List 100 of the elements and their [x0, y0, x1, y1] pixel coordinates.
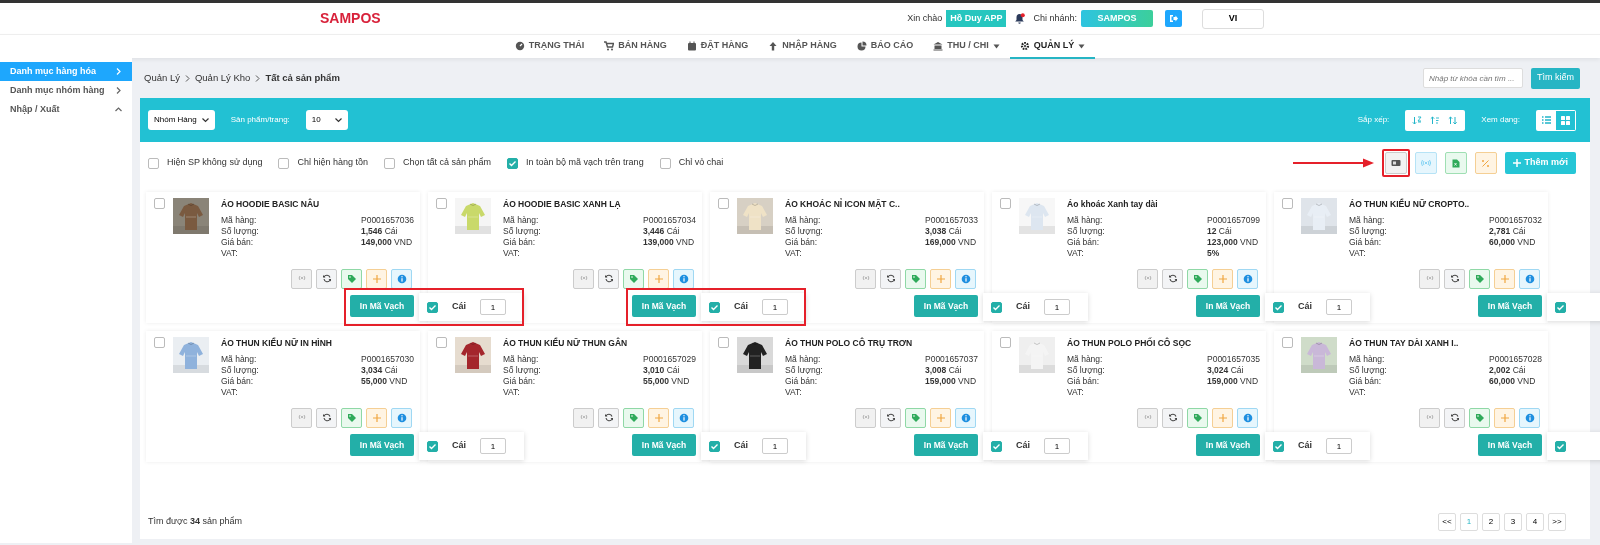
info-button[interactable]	[1237, 268, 1258, 289]
checkbox[interactable]	[148, 157, 159, 169]
info-button[interactable]	[391, 407, 412, 428]
info-button[interactable]	[955, 407, 976, 428]
print-checkbox[interactable]	[1273, 301, 1284, 313]
page-button[interactable]: <<	[1438, 513, 1456, 531]
tag-button[interactable]	[1187, 268, 1208, 289]
quantity-field[interactable]: 1	[1044, 438, 1070, 454]
plus-icon	[653, 412, 664, 423]
quantity-field[interactable]: 1	[480, 438, 506, 454]
group-select[interactable]: Nhóm Hàng	[148, 110, 215, 130]
nav-tab[interactable]: BÁN HÀNG	[594, 35, 677, 59]
page-button[interactable]: 4	[1526, 513, 1544, 531]
info-button[interactable]	[673, 268, 694, 289]
percent-button[interactable]	[1474, 152, 1497, 174]
rfid-button[interactable]	[1414, 152, 1437, 174]
product-name: ÁO THUN POLO PHỐI CÔ SỌC	[1067, 337, 1193, 350]
refresh-button[interactable]	[316, 268, 337, 289]
info-button[interactable]	[1519, 407, 1540, 428]
refresh-button[interactable]	[316, 407, 337, 428]
refresh-button[interactable]	[880, 268, 901, 289]
tag-button[interactable]	[623, 268, 644, 289]
add-to-cart-button[interactable]	[648, 268, 669, 289]
info-button[interactable]	[391, 268, 412, 289]
checkbox[interactable]	[659, 157, 671, 169]
refresh-button[interactable]	[1162, 407, 1183, 428]
checkbox[interactable]	[384, 157, 395, 169]
sidebar-item[interactable]: Danh mục nhóm hàng	[0, 81, 132, 100]
nav-tab[interactable]: BÁO CÁO	[846, 35, 924, 59]
breadcrumb-item[interactable]: Quản Lý Kho	[194, 70, 251, 86]
nav-tab[interactable]: THU / CHI	[923, 35, 1010, 59]
checkbox[interactable]	[507, 157, 519, 169]
info-icon	[1524, 412, 1535, 423]
breadcrumb-item[interactable]: Quản Lý	[144, 70, 180, 86]
nav-tab[interactable]: QUẢN LÝ	[1009, 35, 1096, 59]
add-to-cart-button[interactable]	[366, 268, 387, 289]
quantity-field[interactable]: 1	[762, 299, 788, 315]
print-checkbox[interactable]	[1555, 440, 1566, 452]
refresh-button[interactable]	[880, 407, 901, 428]
print-checkbox[interactable]	[427, 440, 438, 452]
refresh-button[interactable]	[1162, 268, 1183, 289]
print-checkbox[interactable]	[427, 301, 438, 313]
spreadsheet-icon	[1450, 158, 1461, 168]
refresh-button[interactable]	[598, 268, 619, 289]
logout-button[interactable]	[1165, 10, 1182, 27]
tag-button[interactable]	[341, 268, 362, 289]
select-checkbox[interactable]	[154, 337, 165, 348]
page-button[interactable]: 3	[1504, 513, 1522, 531]
print-checkbox[interactable]	[709, 440, 720, 452]
refresh-button[interactable]	[598, 407, 619, 428]
print-checkbox[interactable]	[991, 440, 1002, 452]
quantity-field[interactable]: 1	[1326, 299, 1352, 315]
select-checkbox[interactable]	[718, 198, 729, 209]
tag-button[interactable]	[341, 407, 362, 428]
search-field[interactable]: Nhập từ khóa cần tìm ...	[1423, 68, 1523, 88]
print-checkbox[interactable]	[991, 301, 1002, 313]
field-label: Số lượng:	[1067, 225, 1106, 237]
checkbox[interactable]	[278, 157, 290, 169]
page-button[interactable]: >>	[1548, 513, 1566, 531]
info-button[interactable]	[1237, 407, 1258, 428]
select-checkbox[interactable]	[436, 198, 447, 209]
sidebar-item[interactable]: Nhập / Xuất	[0, 100, 132, 119]
field-label: Giá bán:	[785, 236, 819, 248]
info-button[interactable]	[1519, 268, 1540, 289]
tag-button[interactable]	[1469, 268, 1490, 289]
tag-button[interactable]	[1469, 407, 1490, 428]
nav-tab[interactable]: TRẠNG THÁI	[504, 35, 595, 59]
refresh-button[interactable]	[1444, 407, 1465, 428]
tag-button[interactable]	[623, 407, 644, 428]
excel-button[interactable]	[1444, 152, 1467, 174]
language-button[interactable]: VI	[1202, 8, 1264, 29]
select-checkbox[interactable]	[1282, 337, 1293, 348]
tag-button[interactable]	[905, 268, 926, 289]
print-checkbox[interactable]	[709, 301, 720, 313]
check-icon	[1556, 302, 1565, 312]
tag-button[interactable]	[905, 407, 926, 428]
tag-button[interactable]	[1187, 407, 1208, 428]
grid-view-button[interactable]	[1556, 110, 1575, 130]
bell-icon[interactable]	[1014, 13, 1026, 24]
select-checkbox[interactable]	[1282, 198, 1293, 209]
print-checkbox[interactable]	[1555, 301, 1566, 313]
nav-tab[interactable]: ĐẶT HÀNG	[676, 35, 759, 59]
quantity-field[interactable]: 1	[762, 438, 788, 454]
select-checkbox[interactable]	[154, 198, 165, 209]
info-button[interactable]	[955, 268, 976, 289]
select-checkbox[interactable]	[1000, 337, 1011, 348]
quantity-field[interactable]: 1	[1326, 438, 1352, 454]
select-checkbox[interactable]	[718, 337, 729, 348]
sort-swap-icon	[1448, 115, 1459, 125]
refresh-button[interactable]	[1444, 268, 1465, 289]
quantity-field[interactable]: 1	[480, 299, 506, 315]
select-checkbox[interactable]	[436, 337, 447, 348]
chevron-up-icon	[115, 106, 122, 113]
quantity-field[interactable]: 1	[1044, 299, 1070, 315]
nav-tab[interactable]: NHẬP HÀNG	[758, 35, 847, 59]
select-checkbox[interactable]	[1000, 198, 1011, 209]
print-checkbox[interactable]	[1273, 440, 1284, 452]
info-button[interactable]	[673, 407, 694, 428]
per-page-select[interactable]: 10	[305, 110, 348, 130]
page-button[interactable]: 2	[1482, 513, 1500, 531]
